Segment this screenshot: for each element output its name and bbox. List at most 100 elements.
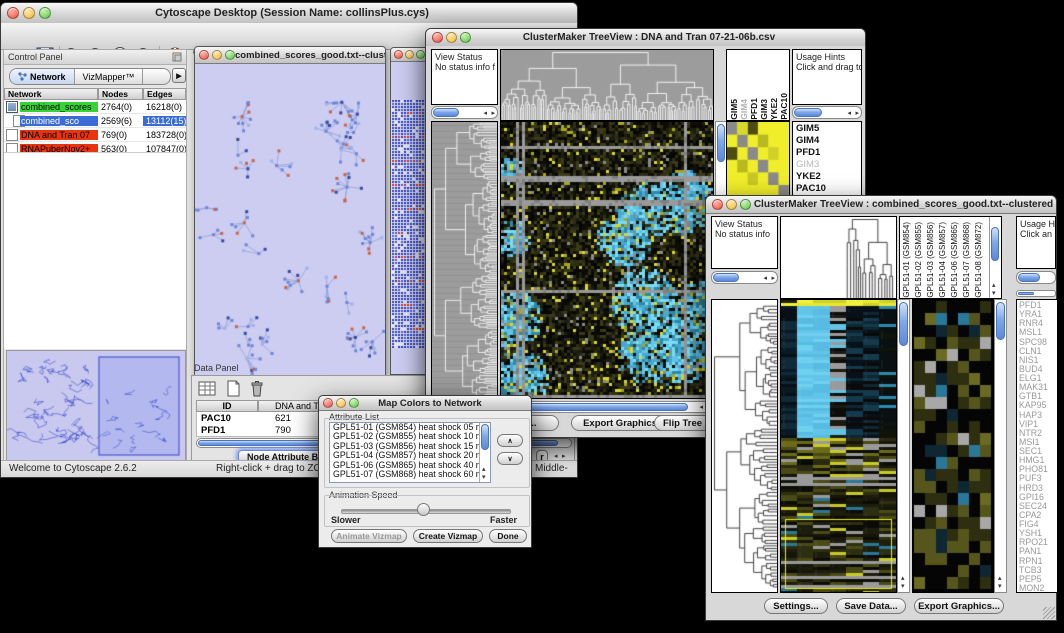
scroll-down-arrow[interactable]: ▾ [998, 583, 1002, 590]
row-dendrogram-2[interactable] [711, 299, 778, 593]
usage-hints-scrollbar-1[interactable]: ◂ ▸ [792, 106, 862, 119]
minimize-button[interactable] [726, 199, 737, 210]
col-nodes[interactable]: Nodes [98, 88, 143, 100]
id-column-header[interactable]: ID [196, 400, 258, 412]
gene-list-hscrollbar[interactable] [1016, 290, 1056, 297]
scroll-up-arrow[interactable]: ▴ [482, 466, 486, 473]
minimize-button[interactable] [212, 50, 222, 60]
attribute-table-icon[interactable] [198, 380, 216, 397]
row-dendrogram-1[interactable] [431, 121, 498, 399]
close-button[interactable] [7, 7, 19, 19]
tab-vizmapper-label: VizMapper™ [83, 72, 135, 82]
minimize-button[interactable] [405, 50, 414, 59]
tab-overflow-button[interactable]: ▶ [172, 68, 186, 83]
move-down-button[interactable]: ∨ [497, 452, 523, 465]
network-list-row[interactable]: combined_scores 2764(0) 16218(0) [4, 100, 186, 114]
network-overview-thumbnail[interactable] [6, 350, 186, 462]
view-status-scrollbar-1[interactable]: ◂ ▸ [431, 106, 498, 119]
save-data-button-2[interactable]: Save Data... [836, 598, 906, 614]
zoom-button[interactable] [460, 32, 471, 43]
scroll-right-arrow[interactable]: ▸ [562, 453, 566, 460]
resize-grip[interactable] [1043, 607, 1055, 619]
column-dendrogram-1[interactable] [500, 49, 714, 121]
scroll-right-arrow[interactable]: ▸ [855, 110, 859, 117]
heatmap-hscrollbar-1[interactable]: ◂ ▸ [500, 401, 714, 413]
scroll-left-arrow[interactable]: ◂ [554, 453, 558, 460]
scroll-left-arrow[interactable]: ◂ [847, 110, 851, 117]
animation-speed-slider-thumb[interactable] [417, 503, 430, 516]
tab-network[interactable]: Network [10, 69, 75, 84]
zoom-vscrollbar-2[interactable]: ▴ ▾ [994, 299, 1007, 593]
float-panel-icon[interactable] [172, 52, 182, 62]
usage-hints-title: Usage Hints [796, 52, 845, 62]
zoom-heatmap-panel-2[interactable] [912, 299, 994, 593]
slower-label: Slower [331, 515, 361, 525]
network-canvas[interactable] [195, 64, 385, 376]
row-label: GIM3 [796, 159, 861, 171]
close-button[interactable] [199, 50, 209, 60]
treeview-combined-window[interactable]: ClusterMaker TreeView : combined_scores_… [705, 195, 1057, 621]
animate-vizmap-button[interactable]: Animate Vizmap [331, 529, 407, 543]
control-panel-title: Control Panel [8, 52, 63, 62]
move-up-button[interactable]: ∧ [497, 434, 523, 447]
tab-vizmapper[interactable]: VizMapper™ [75, 69, 144, 84]
usage-hints-info: Click an [1020, 229, 1052, 239]
close-button[interactable] [394, 50, 403, 59]
main-titlebar[interactable]: Cytoscape Desktop (Session Name: collins… [1, 3, 577, 24]
close-button[interactable] [712, 199, 723, 210]
scroll-up-arrow[interactable]: ▴ [998, 575, 1002, 582]
global-heatmap-2[interactable] [780, 299, 897, 593]
close-button[interactable] [432, 32, 443, 43]
scroll-down-arrow[interactable]: ▾ [901, 583, 905, 590]
map-colors-dialog[interactable]: Map Colors to Network Attribute List GPL… [318, 395, 532, 548]
column-label: GPL51-06 (GSM865) [950, 222, 962, 298]
attribute-list-item[interactable]: GPL51-07 (GSM868) heat shock 60 min [330, 470, 490, 479]
usage-hints-scrollbar-2[interactable] [1016, 271, 1056, 284]
column-dendrogram-2[interactable] [780, 216, 897, 299]
scroll-left-arrow[interactable]: ◂ [763, 275, 767, 282]
network-name: combined_scores [20, 102, 98, 112]
network-view-window[interactable]: combined_scores_good.txt--cluste... [194, 46, 386, 376]
heatmap-vscrollbar-2[interactable]: ▴ ▾ [897, 299, 910, 593]
network-view-title: combined_scores_good.txt--cluste... [235, 50, 385, 61]
scroll-up-arrow[interactable]: ▴ [992, 282, 996, 289]
column-label: GPL51-04 (GSM857) [938, 222, 950, 298]
row-label: YKE2 [796, 171, 861, 183]
done-button[interactable]: Done [489, 529, 527, 543]
minimize-button[interactable] [446, 32, 457, 43]
create-vizmap-button[interactable]: Create Vizmap [413, 529, 483, 543]
scroll-down-arrow[interactable]: ▾ [482, 474, 486, 481]
export-graphics-button-2[interactable]: Export Graphics... [914, 598, 1004, 614]
zoom-button[interactable] [349, 398, 359, 408]
column-label: GPL51-07 (GSM868) [962, 222, 974, 298]
network-name: combined_sco [20, 116, 98, 126]
global-heatmap-1[interactable] [500, 121, 714, 399]
scroll-up-arrow[interactable]: ▴ [901, 575, 905, 582]
close-button[interactable] [323, 398, 333, 408]
zoom-button[interactable] [225, 50, 235, 60]
new-attribute-icon[interactable] [224, 380, 242, 397]
attribute-list-scrollbar[interactable]: ▴ ▾ [479, 423, 490, 482]
scroll-left-arrow[interactable]: ◂ [483, 110, 487, 117]
scroll-left-arrow[interactable]: ◂ [699, 404, 703, 411]
scroll-down-arrow[interactable]: ▾ [992, 290, 996, 297]
zoom-button[interactable] [740, 199, 751, 210]
settings-button-2[interactable]: Settings... [764, 598, 828, 614]
scroll-right-arrow[interactable]: ▸ [491, 110, 495, 117]
minimize-button[interactable] [336, 398, 346, 408]
zoom-button[interactable] [416, 50, 425, 59]
minimize-button[interactable] [23, 7, 35, 19]
delete-attribute-trash-icon[interactable] [248, 380, 266, 397]
network-file-icon [6, 101, 18, 113]
column-labels-scrollbar-2[interactable]: ▴ ▾ [989, 217, 1001, 298]
network-list-row[interactable]: combined_sco 2569(6) 13112(15) [4, 114, 186, 128]
network-list-row[interactable]: DNA and Tran 07 769(0) 183728(0) [4, 128, 186, 142]
col-network[interactable]: Network [4, 88, 98, 100]
faster-label: Faster [490, 515, 517, 525]
scroll-right-arrow[interactable]: ▸ [771, 275, 775, 282]
window-controls[interactable] [7, 7, 51, 19]
attribute-list[interactable]: GPL51-01 (GSM854) heat shock 05 minGPL51… [329, 422, 491, 483]
col-edges[interactable]: Edges [143, 88, 186, 100]
zoom-button[interactable] [39, 7, 51, 19]
view-status-scrollbar-2[interactable]: ◂ ▸ [711, 271, 778, 284]
